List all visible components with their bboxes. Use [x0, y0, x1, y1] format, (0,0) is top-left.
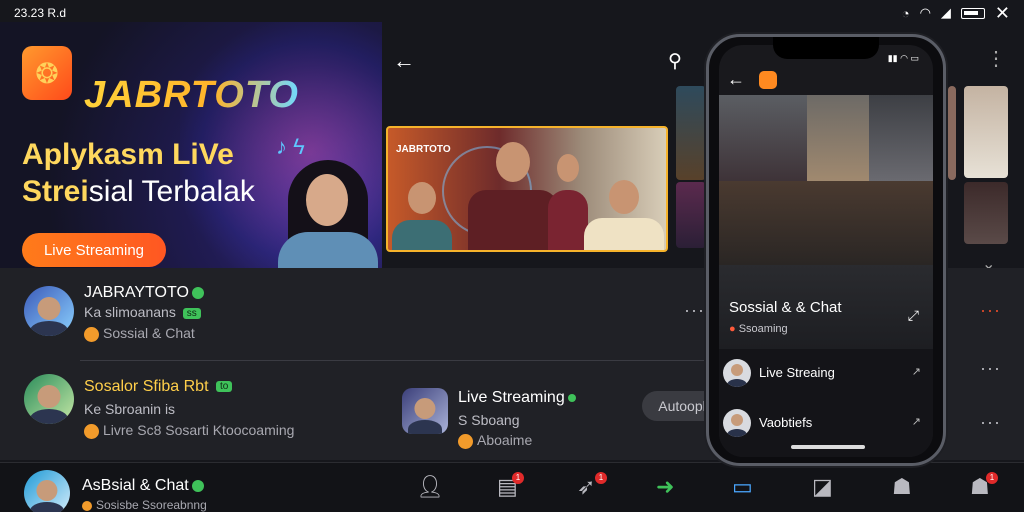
list-item[interactable]: Live Streaming: [458, 389, 576, 407]
notification-badge: 1: [595, 472, 607, 484]
avatar: [723, 409, 751, 437]
list-item[interactable]: JABRAYTOTO: [84, 284, 204, 302]
video-tile[interactable]: [807, 95, 869, 181]
emoji-icon: [82, 500, 92, 511]
emoji-icon: [84, 326, 99, 342]
banner-host-image: [272, 160, 382, 268]
more-options-icon[interactable]: ···: [980, 412, 1001, 433]
search-icon[interactable]: ⚲: [668, 50, 682, 73]
list-item-label: Live Streaing: [759, 365, 835, 380]
list-divider: [80, 360, 720, 361]
banner-headline-2: Streisial Terbalak: [22, 175, 255, 209]
feather-icon[interactable]: ➶: [577, 474, 595, 500]
phone-mockup: ▮▮ ◠ ▭ ← Sossial & & Chat ● Ssoaming ⤢ L…: [706, 34, 946, 466]
user-add-icon[interactable]: ☗: [892, 474, 912, 500]
back-arrow-icon[interactable]: ←: [727, 69, 745, 90]
emoji-icon: [458, 433, 473, 449]
phone-status-icons: ▮▮ ◠ ▭: [887, 53, 919, 63]
back-arrow-icon[interactable]: ←: [393, 48, 415, 74]
video-tile[interactable]: [869, 95, 933, 181]
phone-list: Live Streaing ↗ Vaobtiefs ↗: [719, 349, 933, 457]
chat-tag: to: [215, 381, 233, 393]
video-participant: [392, 182, 452, 250]
online-badge: [567, 393, 576, 402]
live-streaming-button[interactable]: Live Streaming: [22, 233, 166, 267]
video-participant: [584, 180, 664, 250]
status-time: 23.23 R.d: [14, 6, 67, 20]
video-participant: [548, 154, 588, 250]
avatar[interactable]: [24, 374, 74, 424]
video-call-grid[interactable]: [719, 95, 933, 265]
chat-message: Sosisbe Ssoreabnng: [82, 498, 207, 512]
share-icon[interactable]: ↗: [912, 415, 921, 428]
avatar: [723, 359, 751, 387]
ticket-icon[interactable]: ◪: [812, 474, 833, 500]
app-logo-icon: ❂: [22, 46, 72, 100]
home-indicator[interactable]: [791, 445, 865, 449]
phone-notch: [773, 37, 879, 59]
list-item[interactable]: Live Streaing ↗: [719, 351, 933, 395]
chat-status: Ke Sbroanin is: [84, 401, 176, 417]
stream-thumbnail[interactable]: [948, 86, 956, 180]
chat-message: Livre Sc8 Sosarti Ktoocoaming: [84, 422, 294, 439]
online-badge: [191, 286, 204, 299]
video-tile[interactable]: [719, 181, 933, 265]
avatar[interactable]: [24, 286, 74, 336]
stream-thumbnail[interactable]: [676, 182, 706, 248]
stream-thumbnail[interactable]: [964, 86, 1008, 178]
emoji-icon: [84, 423, 99, 439]
avatar[interactable]: [402, 388, 448, 434]
chat-message: Aboaime: [458, 432, 532, 449]
close-icon[interactable]: ✕: [995, 3, 1010, 24]
chat-status: S Sboang: [458, 412, 520, 428]
video-tile[interactable]: [719, 95, 807, 181]
share-icon[interactable]: ↗: [912, 365, 921, 378]
notification-badge: 1: [512, 472, 524, 484]
promo-banner[interactable]: ❂ JABRTOTO Aplykasm LiVe Streisial Terba…: [0, 22, 382, 268]
list-item[interactable]: AsBsial & Chat: [82, 477, 204, 495]
stream-thumbnail[interactable]: [964, 182, 1008, 244]
signal-icon: ◢: [940, 5, 951, 20]
profile-icon[interactable]: 👤︎: [416, 474, 444, 500]
list-item-label: Vaobtiefs: [759, 415, 813, 430]
headline-rest: sial Terbalak: [88, 175, 255, 208]
video-participant: [468, 142, 558, 250]
status-bar: 23.23 R.d ◔ ◠ ◢ ✕: [0, 0, 1024, 26]
chat-status: Ka slimoanans ss: [84, 304, 201, 320]
list-item[interactable]: Sosalor Sfiba Rbt to: [84, 378, 233, 396]
alarm-icon: ◔: [901, 5, 910, 21]
list-item[interactable]: Vaobtiefs ↗: [719, 401, 933, 445]
avatar[interactable]: [24, 470, 70, 512]
banner-headline-1: Aplykasm LiVe: [22, 138, 234, 171]
chat-name: Sosalor Sfiba Rbt: [84, 378, 209, 395]
inbox-icon[interactable]: ▭: [732, 474, 753, 500]
forward-arrow-icon[interactable]: ➜: [656, 474, 674, 500]
online-badge: [191, 479, 204, 492]
more-options-icon[interactable]: ···: [980, 300, 1001, 321]
more-options-icon[interactable]: ···: [980, 358, 1001, 379]
battery-icon: [960, 7, 985, 19]
phone-panel-title: Sossial & & Chat: [729, 299, 842, 316]
chat-name: AsBsial & Chat: [82, 477, 189, 494]
chat-message: Sossial & Chat: [84, 325, 195, 342]
live-video-preview[interactable]: JABRTOTO: [386, 126, 668, 252]
expand-icon[interactable]: ⤢: [908, 307, 919, 324]
chat-tag: ss: [182, 307, 201, 319]
chat-name: JABRAYTOTO: [84, 284, 189, 301]
brand-title: JABRTOTO: [84, 74, 299, 116]
phone-panel-sub: ● Ssoaming: [729, 323, 788, 335]
stream-thumbnail[interactable]: [676, 86, 706, 180]
headline-highlight: Strei: [22, 175, 89, 208]
more-vertical-icon[interactable]: ⋮: [986, 46, 1006, 71]
phone-screen: ▮▮ ◠ ▭ ← Sossial & & Chat ● Ssoaming ⤢ L…: [719, 45, 933, 457]
app-logo-icon: [759, 71, 777, 89]
more-options-icon[interactable]: ···: [684, 300, 705, 321]
wifi-icon: ◠: [919, 5, 931, 20]
chat-name: Live Streaming: [458, 389, 565, 406]
video-overlay-title: JABRTOTO: [396, 144, 451, 155]
notification-badge: 1: [986, 472, 998, 484]
doodle-decoration: ♪ ϟ: [276, 134, 305, 159]
